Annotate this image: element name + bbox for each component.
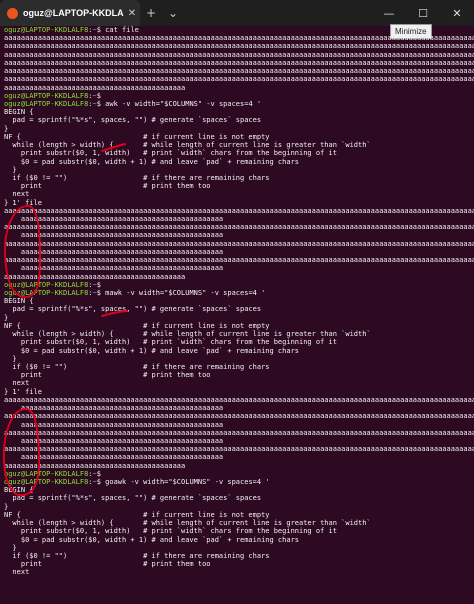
prompt-line: oguz@LAPTOP-KKDLALF8:~$ goawk -v width="… [4,478,474,486]
prompt-user: oguz@LAPTOP-KKDLALF8 [4,280,89,289]
output-line: } 1' file [4,198,42,207]
prompt-line: oguz@LAPTOP-KKDLALF8:~$ mawk -v width="$… [4,289,474,297]
prompt-line: oguz@LAPTOP-KKDLALF8:~$ [4,470,474,478]
title-bar: oguz@LAPTOP-KKDLALF8: ~ ✕ + ⌄ — ☐ ✕ [0,0,474,26]
output-line: aaaaaaaaaaaaaaaaaaaaaaaaaaaaaaaaaaaaaaaa… [4,247,224,256]
prompt-user: oguz@LAPTOP-KKDLALF8 [4,99,89,108]
output-line: BEGIN { [4,297,34,306]
tab-close-icon[interactable]: ✕ [124,8,140,19]
output-line: print # print them too [4,371,211,380]
command-text: $ mawk -v width="$COLUMNS" -v spaces=4 ' [96,289,266,297]
close-button[interactable]: ✕ [440,0,474,26]
output-line: $0 = pad substr($0, width + 1) # and lea… [4,346,300,355]
output-line: aaaaaaaaaaaaaaaaaaaaaaaaaaaaaaaaaaaaaaaa… [4,83,186,92]
terminal-tab[interactable]: oguz@LAPTOP-KKDLALF8: ~ ✕ [0,0,140,26]
output-line: print # print them too [4,560,211,569]
output-line: NF { # if current line is not empty [4,321,270,330]
tab-title: oguz@LAPTOP-KKDLALF8: ~ [23,8,124,18]
output-line: $0 = pad substr($0, width + 1) # and lea… [4,535,300,544]
output-line: } [4,543,17,552]
prompt-user: oguz@LAPTOP-KKDLALF8 [4,289,89,297]
output-line: print substr($0, 1, width) # print `widt… [4,338,337,347]
command-text: $ goawk -v width="$COLUMNS" -v spaces=4 … [96,478,270,487]
output-line: aaaaaaaaaaaaaaaaaaaaaaaaaaaaaaaaaaaaaaaa… [4,256,474,265]
command-text: $ cat file [96,26,139,34]
prompt-user: oguz@LAPTOP-KKDLALF8 [4,469,89,478]
output-line: NF { # if current line is not empty [4,510,270,519]
output-line: aaaaaaaaaaaaaaaaaaaaaaaaaaaaaaaaaaaaaaaa… [4,50,474,59]
output-line: aaaaaaaaaaaaaaaaaaaaaaaaaaaaaaaaaaaaaaaa… [4,420,224,429]
output-line: aaaaaaaaaaaaaaaaaaaaaaaaaaaaaaaaaaaaaaaa… [4,223,474,232]
command-text: $ awk -v width="$COLUMNS" -v spaces=4 ' [96,99,262,108]
output-line: NF { # if current line is not empty [4,132,270,141]
prompt-user: oguz@LAPTOP-KKDLALF8 [4,91,89,100]
output-line: } [4,313,9,322]
output-line: aaaaaaaaaaaaaaaaaaaaaaaaaaaaaaaaaaaaaaaa… [4,239,474,248]
prompt-line: oguz@LAPTOP-KKDLALF8:~$ [4,281,474,289]
prompt-line: oguz@LAPTOP-KKDLALF8:~$ [4,92,474,100]
prompt-line: oguz@LAPTOP-KKDLALF8:~$ cat file [4,26,474,34]
command-text: $ [96,469,106,478]
maximize-button[interactable]: ☐ [406,0,440,26]
output-line: aaaaaaaaaaaaaaaaaaaaaaaaaaaaaaaaaaaaaaaa… [4,428,474,437]
output-line: aaaaaaaaaaaaaaaaaaaaaaaaaaaaaaaaaaaaaaaa… [4,75,474,84]
output-line: aaaaaaaaaaaaaaaaaaaaaaaaaaaaaaaaaaaaaaaa… [4,412,474,421]
terminal-output[interactable]: oguz@LAPTOP-KKDLALF8:~$ cat file aaaaaaaa… [4,26,474,604]
output-line: aaaaaaaaaaaaaaaaaaaaaaaaaaaaaaaaaaaaaaaa… [4,42,474,51]
output-line: next [4,190,30,199]
output-line: next [4,568,30,577]
output-line: aaaaaaaaaaaaaaaaaaaaaaaaaaaaaaaaaaaaaaaa… [4,58,474,67]
output-line: BEGIN { [4,108,34,117]
output-line: aaaaaaaaaaaaaaaaaaaaaaaaaaaaaaaaaaaaaaaa… [4,272,186,281]
minimize-button[interactable]: — [372,0,406,26]
new-tab-icon[interactable]: + [140,0,162,26]
output-line: aaaaaaaaaaaaaaaaaaaaaaaaaaaaaaaaaaaaaaaa… [4,436,224,445]
output-line: aaaaaaaaaaaaaaaaaaaaaaaaaaaaaaaaaaaaaaaa… [4,215,224,224]
output-line: aaaaaaaaaaaaaaaaaaaaaaaaaaaaaaaaaaaaaaaa… [4,34,474,43]
output-line: pad = sprintf("%*s", spaces, "") # gener… [4,494,262,503]
ubuntu-icon [7,7,18,19]
output-line: } [4,354,17,363]
output-line: } [4,124,9,133]
output-line: if ($0 != "") # if there are remaining c… [4,362,270,371]
output-line: aaaaaaaaaaaaaaaaaaaaaaaaaaaaaaaaaaaaaaaa… [4,264,224,273]
output-line: next [4,379,30,388]
output-line: aaaaaaaaaaaaaaaaaaaaaaaaaaaaaaaaaaaaaaaa… [4,453,224,462]
prompt-user: oguz@LAPTOP-KKDLALF8 [4,26,89,34]
prompt-line: oguz@LAPTOP-KKDLALF8:~$ awk -v width="$C… [4,100,474,108]
output-line: print substr($0, 1, width) # print `widt… [4,527,337,536]
output-line: aaaaaaaaaaaaaaaaaaaaaaaaaaaaaaaaaaaaaaaa… [4,404,224,413]
command-text: $ [96,91,106,100]
output-line: BEGIN { [4,486,34,495]
output-line: aaaaaaaaaaaaaaaaaaaaaaaaaaaaaaaaaaaaaaaa… [4,395,474,404]
chevron-down-icon[interactable]: ⌄ [162,0,184,26]
output-line: $0 = pad substr($0, width + 1) # and lea… [4,157,300,166]
output-line: print substr($0, 1, width) # print `widt… [4,149,337,158]
output-line: while (length > width) { # while length … [4,519,371,528]
output-line: while (length > width) { # while length … [4,141,371,150]
output-line: aaaaaaaaaaaaaaaaaaaaaaaaaaaaaaaaaaaaaaaa… [4,445,474,454]
output-line: if ($0 != "") # if there are remaining c… [4,552,270,560]
output-line: aaaaaaaaaaaaaaaaaaaaaaaaaaaaaaaaaaaaaaaa… [4,231,224,240]
output-line: pad = sprintf("%*s", spaces, "") # gener… [4,116,262,125]
output-line: while (length > width) { # while length … [4,330,371,339]
output-line: aaaaaaaaaaaaaaaaaaaaaaaaaaaaaaaaaaaaaaaa… [4,461,186,470]
output-line: if ($0 != "") # if there are remaining c… [4,173,270,182]
output-line: aaaaaaaaaaaaaaaaaaaaaaaaaaaaaaaaaaaaaaaa… [4,67,474,76]
command-text: $ [96,280,106,289]
output-line: } [4,165,17,174]
output-line: print # print them too [4,182,211,191]
output-line: } 1' file [4,387,42,396]
output-line: } [4,502,9,511]
output-line: aaaaaaaaaaaaaaaaaaaaaaaaaaaaaaaaaaaaaaaa… [4,206,474,215]
prompt-user: oguz@LAPTOP-KKDLALF8 [4,478,89,487]
output-line: pad = sprintf("%*s", spaces, "") # gener… [4,305,262,314]
